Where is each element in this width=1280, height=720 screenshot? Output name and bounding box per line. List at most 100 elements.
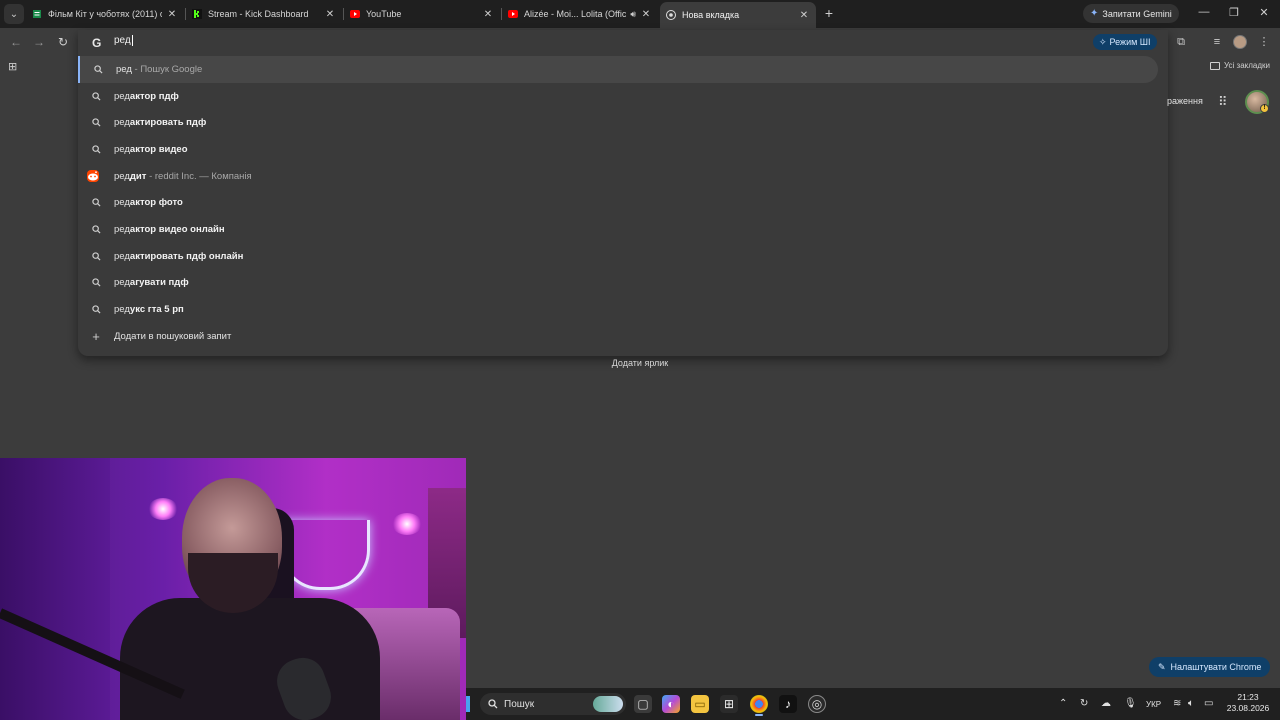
reload-icon[interactable]: ↻ <box>55 34 71 50</box>
omnibox-input[interactable]: ред <box>114 35 133 46</box>
webcam-overlay <box>0 458 466 720</box>
wall-lamp <box>392 513 422 535</box>
volume-icon[interactable]: 🔈︎ <box>1188 698 1194 709</box>
suggestion-item[interactable]: редактор фото <box>78 189 1168 216</box>
suggestion-item[interactable]: редактировать пдф онлайн <box>78 243 1168 270</box>
windows-start-icon[interactable] <box>466 696 470 712</box>
streamer <box>100 478 380 720</box>
wifi-icon[interactable]: ≋ <box>1173 698 1181 709</box>
add-to-search-item[interactable]: + Додати в пошуковий запит <box>78 323 1168 350</box>
tab-close-icon[interactable]: ✕ <box>798 9 810 21</box>
tab-title: Фільм Кіт у чоботях (2011) онлайн <box>48 9 162 19</box>
suggestion-text: Додати в пошуковий запит <box>114 330 232 342</box>
suggestion-google-search[interactable]: ред - Пошук Google <box>78 56 1158 83</box>
system-clock[interactable]: 21:23 23.08.2026 <box>1222 692 1274 714</box>
suggestion-text: реддит - reddit Inc. — Компанія <box>114 170 252 182</box>
extensions-puzzle-icon[interactable]: ⧉ <box>1174 35 1188 49</box>
suggestion-text: ред - Пошук Google <box>116 63 203 75</box>
new-tab-button[interactable]: + <box>822 6 836 20</box>
apps-grid-icon[interactable]: ⊞ <box>8 60 17 73</box>
warning-badge-icon: ! <box>1260 104 1269 113</box>
streamer-body <box>120 598 380 720</box>
suggestion-text: редукс гта 5 рп <box>114 304 184 316</box>
tab-close-icon[interactable]: ✕ <box>640 8 652 20</box>
sync-icon[interactable]: ↻ <box>1080 698 1088 709</box>
task-view-icon[interactable]: ▢ <box>634 695 652 713</box>
text-caret <box>131 35 133 46</box>
youtube-logo-icon <box>350 9 360 19</box>
suggestion-item[interactable]: редукс гта 5 рп <box>78 296 1168 323</box>
taskbar-search-label: Пошук <box>504 698 535 710</box>
pencil-icon: ✎ <box>1158 661 1166 672</box>
clock-date: 23.08.2026 <box>1226 703 1270 713</box>
tab-search-button[interactable]: ⌄ <box>4 4 24 24</box>
clock-time: 21:23 <box>1237 692 1259 702</box>
minimize-button[interactable]: — <box>1196 6 1212 18</box>
all-bookmarks-button[interactable]: Усі закладки <box>1210 61 1270 70</box>
suggestion-item[interactable]: редактор пдф <box>78 83 1168 110</box>
tab-strip: ⌄ Фільм Кіт у чоботях (2011) онлайн ✕ St… <box>0 0 1280 28</box>
obs-icon[interactable]: ◎ <box>808 695 826 713</box>
green-document-icon <box>32 9 42 19</box>
search-highlight-icon <box>593 696 623 712</box>
images-link[interactable]: раження <box>1167 96 1203 106</box>
suggestion-item[interactable]: редактор видео онлайн <box>78 216 1168 243</box>
cloud-icon[interactable]: ☁ <box>1101 698 1111 709</box>
speaker-icon[interactable]: 🔊︎ <box>630 9 636 20</box>
tab-close-icon[interactable]: ✕ <box>324 8 336 20</box>
google-apps-icon[interactable]: ⠿ <box>1218 94 1228 110</box>
media-controls-icon[interactable]: ≡ <box>1210 35 1224 49</box>
tiktok-icon[interactable]: ♪ <box>779 695 797 713</box>
tab-title: Alizée - Moi... Lolita (Official <box>524 9 627 19</box>
forward-arrow-icon[interactable]: → <box>31 34 47 50</box>
suggestion-text: редактор фото <box>114 197 183 209</box>
ai-mode-button[interactable]: ✧ Режим ШІ <box>1093 34 1157 50</box>
add-shortcut-label[interactable]: Додати ярлик <box>0 358 1280 368</box>
suggestion-reddit[interactable]: реддит - reddit Inc. — Компанія <box>78 163 1168 190</box>
tab-film[interactable]: Фільм Кіт у чоботях (2011) онлайн ✕ <box>26 2 184 26</box>
suggestion-item[interactable]: редактировать пдф <box>78 109 1168 136</box>
google-g-icon: G <box>92 36 102 50</box>
tab-close-icon[interactable]: ✕ <box>166 8 178 20</box>
active-app-indicator <box>755 714 763 716</box>
chevron-up-icon[interactable]: ⌃ <box>1059 698 1067 709</box>
tab-title: YouTube <box>366 9 402 19</box>
maximize-button[interactable]: ❐ <box>1226 6 1242 19</box>
search-icon <box>92 63 104 75</box>
suggestion-item[interactable]: редактор видео <box>78 136 1168 163</box>
customize-chrome-button[interactable]: ✎ Налаштувати Chrome <box>1149 657 1271 677</box>
tab-alizee[interactable]: Alizée - Moi... Lolita (Official 🔊︎ ✕ <box>502 2 658 26</box>
tab-title: Stream - Kick Dashboard <box>208 9 309 19</box>
tab-youtube[interactable]: YouTube ✕ <box>344 2 500 26</box>
kick-logo-icon <box>192 9 202 19</box>
language-indicator[interactable]: УКР <box>1146 700 1161 709</box>
chrome-icon[interactable] <box>750 695 768 713</box>
search-icon <box>90 90 102 102</box>
microsoft-store-icon[interactable]: ⊞ <box>720 695 738 713</box>
close-window-button[interactable]: ✕ <box>1256 6 1272 19</box>
battery-icon[interactable]: ▭ <box>1204 698 1213 709</box>
taskbar-search[interactable]: Пошук <box>480 693 626 715</box>
search-icon <box>90 143 102 155</box>
profile-avatar[interactable] <box>1233 35 1247 49</box>
microphone-icon[interactable]: 🎙︎ <box>1124 698 1137 709</box>
copilot-icon[interactable]: ◐ <box>662 695 680 713</box>
ask-gemini-button[interactable]: ✦ Запитати Gemini <box>1083 4 1179 23</box>
customize-chrome-label: Налаштувати Chrome <box>1170 662 1262 672</box>
gemini-label: Запитати Gemini <box>1102 8 1172 19</box>
ai-mode-label: Режим ШІ <box>1109 37 1151 47</box>
back-arrow-icon[interactable]: ← <box>8 34 24 50</box>
gemini-sparkle-icon: ✦ <box>1090 8 1099 19</box>
search-icon <box>90 197 102 209</box>
tab-close-icon[interactable]: ✕ <box>482 8 494 20</box>
tab-kick[interactable]: Stream - Kick Dashboard ✕ <box>186 2 342 26</box>
file-explorer-icon[interactable]: ▭ <box>691 695 709 713</box>
plus-icon: + <box>92 328 100 344</box>
tab-title: Нова вкладка <box>682 10 740 20</box>
search-icon <box>90 277 102 289</box>
suggestion-text: редактировать пдф <box>114 117 207 129</box>
suggestion-item[interactable]: редагувати пдф <box>78 270 1168 297</box>
tab-new-tab[interactable]: Нова вкладка ✕ <box>660 2 816 28</box>
more-menu-icon[interactable]: ⋮ <box>1257 35 1271 49</box>
webcam-background <box>0 458 110 720</box>
